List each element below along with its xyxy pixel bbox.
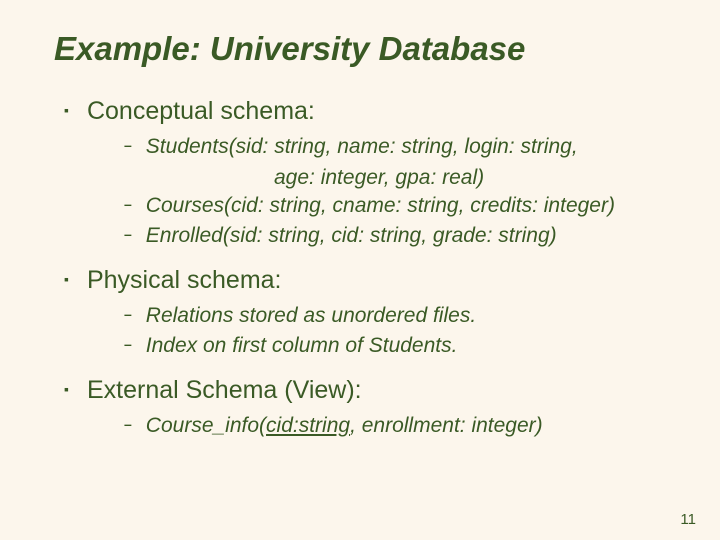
square-bullet-icon: ▪ [64, 375, 69, 403]
dash-bullet-icon: – [124, 192, 132, 217]
section-external: ▪ External Schema (View): – Course_info(… [64, 375, 670, 441]
section-heading: Conceptual schema: [87, 96, 315, 127]
section-heading: Physical schema: [87, 265, 282, 296]
sub-item: – Enrolled(sid: string, cid: string, gra… [124, 222, 670, 250]
slide: Example: University Database ▪ Conceptua… [0, 0, 720, 540]
sub-list: – Students(sid: string, name: string, lo… [124, 133, 670, 250]
square-bullet-icon: ▪ [64, 96, 69, 124]
sub-item: – Index on first column of Students. [124, 332, 670, 360]
text-prefix: Course_info( [146, 414, 266, 437]
section-conceptual: ▪ Conceptual schema: – Students(sid: str… [64, 96, 670, 251]
dash-bullet-icon: – [124, 133, 132, 158]
sub-item-text: Relations stored as unordered files. [146, 302, 476, 330]
section-heading: External Schema (View): [87, 375, 362, 406]
dash-bullet-icon: – [124, 222, 132, 247]
section-physical: ▪ Physical schema: – Relations stored as… [64, 265, 670, 361]
sub-item: – Students(sid: string, name: string, lo… [124, 133, 670, 161]
square-bullet-icon: ▪ [64, 265, 69, 293]
bullet-list: ▪ Conceptual schema: – Students(sid: str… [64, 96, 670, 440]
sub-item: – Relations stored as unordered files. [124, 302, 670, 330]
dash-bullet-icon: – [124, 412, 132, 437]
section-heading-row: ▪ Physical schema: [64, 265, 670, 296]
page-number: 11 [680, 511, 696, 528]
sub-list: – Relations stored as unordered files. –… [124, 302, 670, 361]
slide-title: Example: University Database [54, 30, 670, 68]
sub-item-text: Students(sid: string, name: string, logi… [146, 133, 578, 161]
section-heading-row: ▪ External Schema (View): [64, 375, 670, 406]
sub-item-text: Courses(cid: string, cname: string, cred… [146, 192, 615, 220]
sub-item-continuation: age: integer, gpa: real) [274, 164, 670, 192]
dash-bullet-icon: – [124, 302, 132, 327]
text-suffix: , enrollment: integer) [350, 414, 543, 437]
underlined-key: cid:string [266, 414, 350, 437]
sub-item-text: Index on first column of Students. [146, 332, 458, 360]
sub-item-text: Enrolled(sid: string, cid: string, grade… [146, 222, 557, 250]
sub-item-text: Course_info(cid:string, enrollment: inte… [146, 412, 543, 440]
sub-item: – Course_info(cid:string, enrollment: in… [124, 412, 670, 440]
sub-list: – Course_info(cid:string, enrollment: in… [124, 412, 670, 440]
dash-bullet-icon: – [124, 332, 132, 357]
section-heading-row: ▪ Conceptual schema: [64, 96, 670, 127]
sub-item: – Courses(cid: string, cname: string, cr… [124, 192, 670, 220]
